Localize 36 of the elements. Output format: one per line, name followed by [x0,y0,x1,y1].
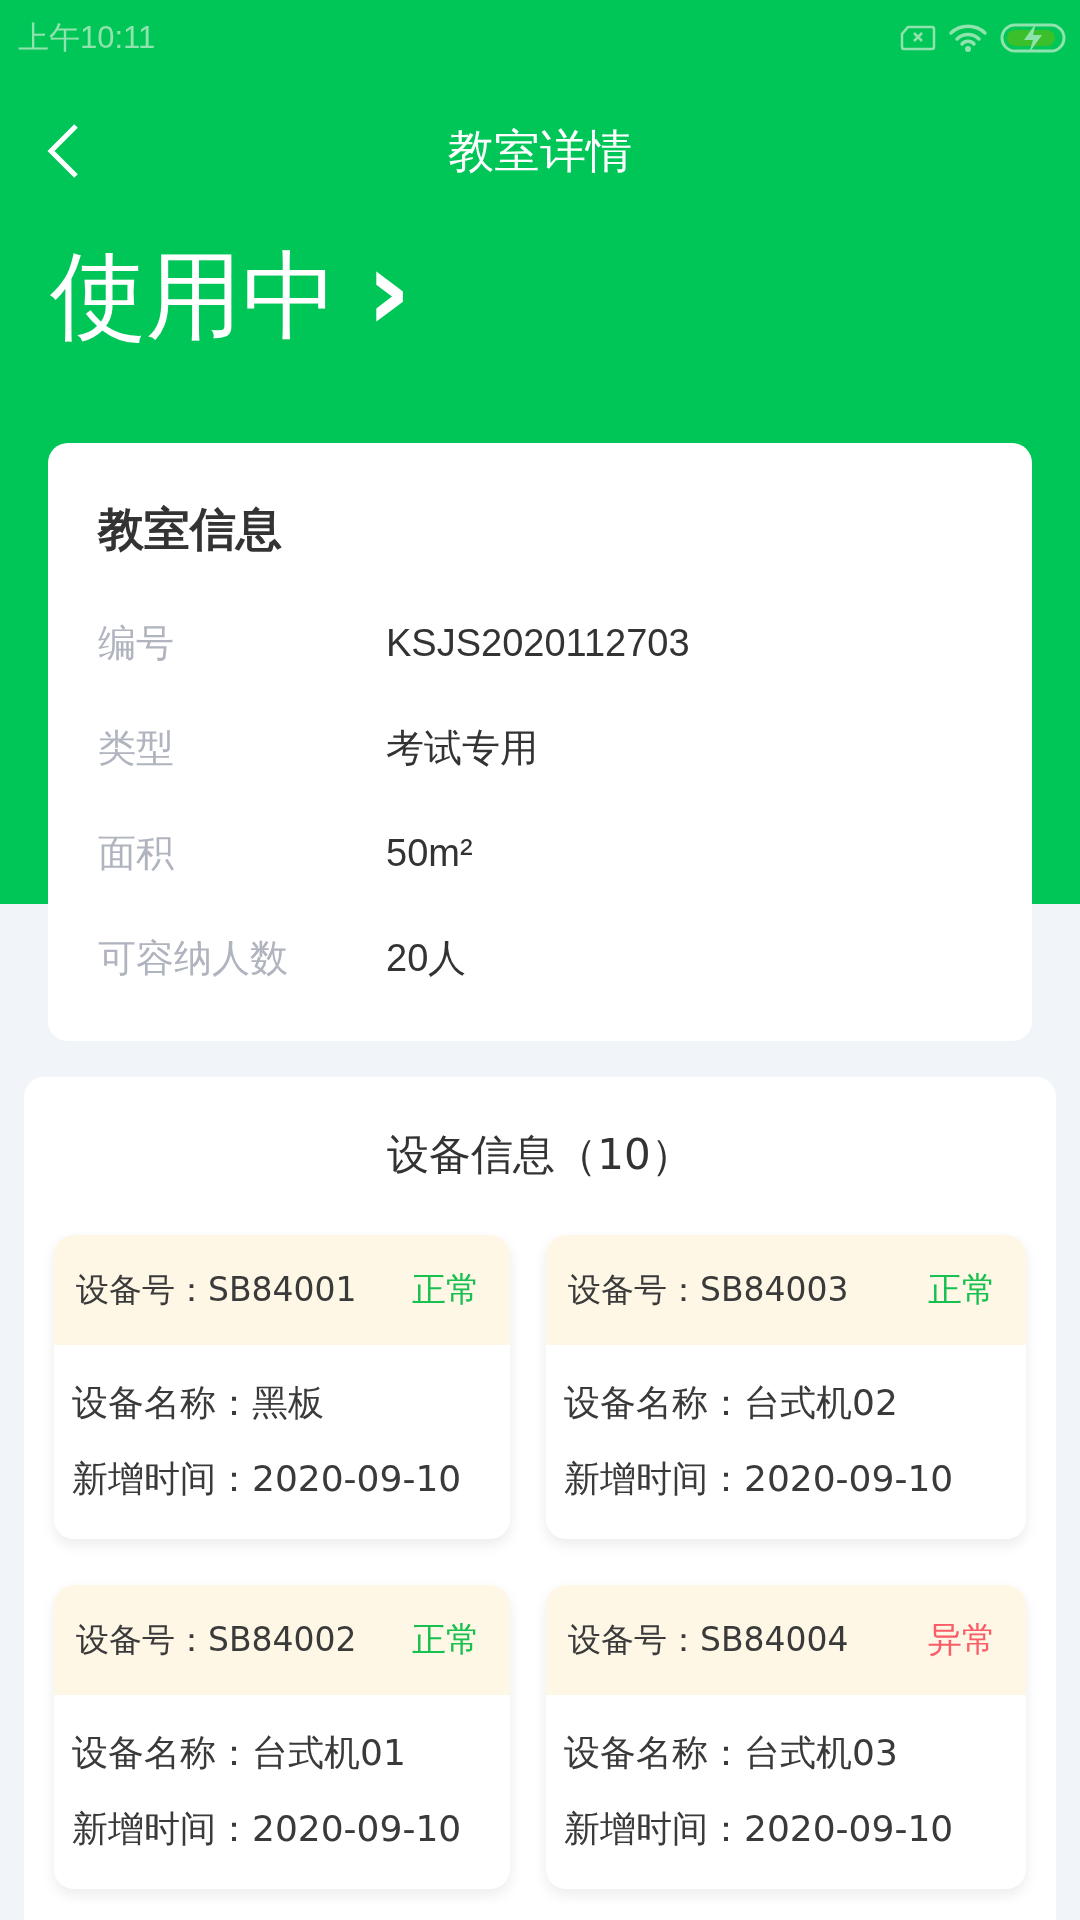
device-card[interactable]: 设备号：SB84004 异常 设备名称：台式机03 新增时间：2020-09-10 [546,1585,1026,1889]
device-added-date: 新增时间：2020-09-10 [564,1456,955,1501]
device-status: 正常 [412,1268,480,1311]
field-label: 可容纳人数 [98,935,289,982]
wifi-icon [948,23,988,53]
device-card[interactable]: 设备号：SB84003 正常 设备名称：台式机02 新增时间：2020-09-10 [546,1235,1026,1539]
device-card[interactable]: 设备号：SB84001 正常 设备名称：黑板 新增时间：2020-09-10 [54,1235,510,1539]
section-title: 教室信息 [98,501,283,558]
device-added-date: 新增时间：2020-09-10 [72,1456,463,1501]
status-time: 上午10:11 [18,19,156,57]
device-name: 设备名称：台式机02 [564,1380,899,1425]
device-added-date: 新增时间：2020-09-10 [564,1806,955,1851]
device-added-date: 新增时间：2020-09-10 [72,1806,463,1851]
field-label: 面积 [98,830,175,877]
device-name: 设备名称：台式机01 [72,1730,407,1775]
device-status: 正常 [928,1268,996,1311]
section-title: 设备信息（10） [386,1129,694,1181]
field-value: KSJS2020112703 [386,622,690,665]
device-status: 异常 [928,1618,996,1661]
device-card[interactable]: 设备号：SB84002 正常 设备名称：台式机01 新增时间：2020-09-10 [54,1585,510,1889]
page-title: 教室详情 [448,123,632,180]
device-number: 设备号：SB84003 [568,1268,849,1311]
device-status: 正常 [412,1618,480,1661]
back-icon [46,123,80,179]
field-value: 20人 [386,936,467,981]
device-number: 设备号：SB84001 [76,1268,357,1311]
device-number: 设备号：SB84004 [568,1618,849,1661]
device-name: 设备名称：台式机03 [564,1730,899,1775]
device-name: 设备名称：黑板 [72,1380,325,1425]
sim-card-icon [900,25,936,51]
field-label: 类型 [98,725,175,772]
battery-charging-icon [1000,23,1066,53]
device-number: 设备号：SB84002 [76,1618,357,1661]
field-value: 50m² [386,832,473,875]
field-value: 考试专用 [386,726,538,771]
field-label: 编号 [98,620,175,667]
